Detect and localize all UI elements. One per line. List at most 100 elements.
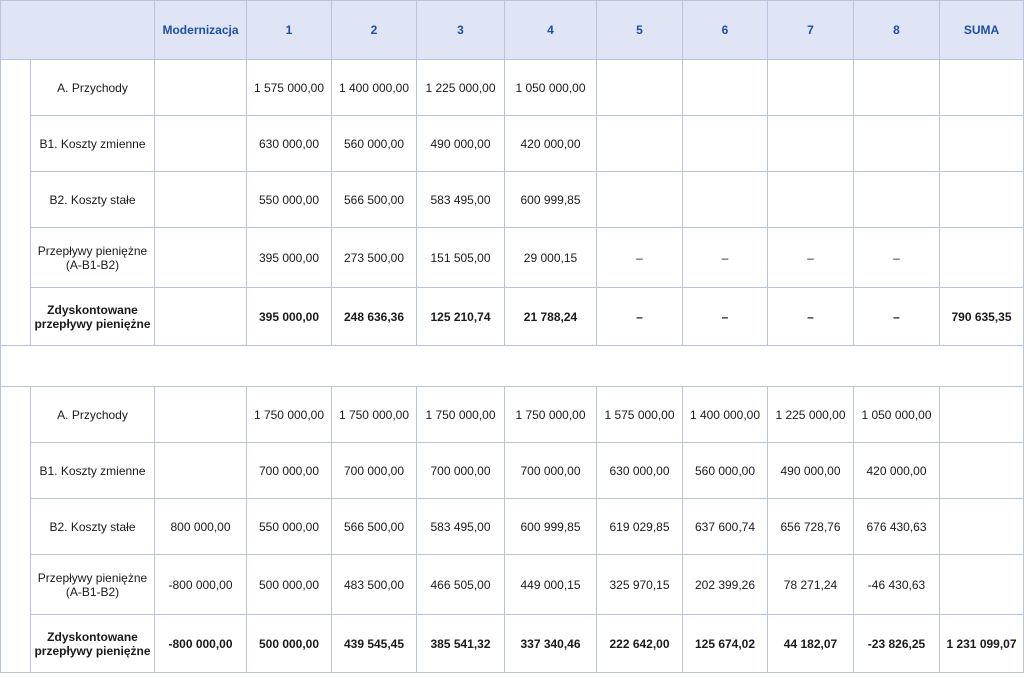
value-cell-year-3: 490 000,00 xyxy=(416,115,505,172)
modernizacja-cell: 800 000,00 xyxy=(154,498,247,555)
table-row: B2. Koszty stałe 550 000,00 566 500,00 583 … xyxy=(1,171,1024,228)
suma-cell xyxy=(939,442,1024,499)
suma-cell xyxy=(939,115,1024,172)
value-cell-year-4: 21 788,24 xyxy=(504,287,597,346)
value-cell-year-6: 125 674,02 xyxy=(682,614,768,673)
suma-cell xyxy=(939,498,1024,555)
table-row: Zdyskontowane przepływy pieniężne -800 00… xyxy=(1,614,1024,673)
value-cell-year-3: 466 505,00 xyxy=(416,554,505,615)
value-cell-year-8: 1 050 000,00 xyxy=(853,386,940,443)
header-year-4: 4 xyxy=(504,0,597,60)
header-year-7: 7 xyxy=(767,0,854,60)
header-suma: SUMA xyxy=(939,0,1024,60)
value-cell-year-2: 439 545,45 xyxy=(331,614,417,673)
header-modernizacja: Modernizacja xyxy=(154,0,247,60)
value-cell-year-5: – xyxy=(596,227,683,288)
value-cell-year-6: – xyxy=(682,227,768,288)
section-spacer-cell xyxy=(0,345,1024,387)
table-row: B1. Koszty zmienne 630 000,00 560 000,00 49… xyxy=(1,115,1024,172)
value-cell-year-7: 1 225 000,00 xyxy=(767,386,854,443)
header-year-3: 3 xyxy=(416,0,505,60)
value-cell-year-4: 600 999,85 xyxy=(504,171,597,228)
suma-cell: 790 635,35 xyxy=(939,287,1024,346)
value-cell-year-3: 151 505,00 xyxy=(416,227,505,288)
row-label: Przepływy pieniężne (A-B1-B2) xyxy=(30,554,155,615)
value-cell-year-1: 1 750 000,00 xyxy=(246,386,332,443)
table-row: Zdyskontowane przepływy pieniężne 395 000… xyxy=(1,287,1024,346)
value-cell-year-2: 566 500,00 xyxy=(331,498,417,555)
value-cell-year-6: 202 399,26 xyxy=(682,554,768,615)
cash-flow-table: Modernizacja 1 2 3 4 5 6 7 8 SUMA Warian… xyxy=(0,0,1024,673)
value-cell-year-5 xyxy=(596,59,683,116)
value-cell-year-1: 550 000,00 xyxy=(246,498,332,555)
header-year-6: 6 xyxy=(682,0,768,60)
value-cell-year-6: – xyxy=(682,287,768,346)
value-cell-year-3: 583 495,00 xyxy=(416,171,505,228)
value-cell-year-8: 676 430,63 xyxy=(853,498,940,555)
value-cell-year-8: 420 000,00 xyxy=(853,442,940,499)
table-row: Wariant bazowyA. Przychody 1 575 000,00 1 … xyxy=(0,59,1024,346)
suma-cell xyxy=(939,227,1024,288)
value-cell-year-1: 700 000,00 xyxy=(246,442,332,499)
value-cell-year-5: 222 642,00 xyxy=(596,614,683,673)
value-cell-year-3: 700 000,00 xyxy=(416,442,505,499)
value-cell-year-6 xyxy=(682,171,768,228)
value-cell-year-7: 656 728,76 xyxy=(767,498,854,555)
value-cell-year-4: 600 999,85 xyxy=(504,498,597,555)
modernizacja-cell xyxy=(154,386,247,443)
value-cell-year-1: 395 000,00 xyxy=(246,227,332,288)
modernizacja-cell xyxy=(154,171,247,228)
table-row: Przepływy pieniężne (A-B1-B2) -800 000,00… xyxy=(1,554,1024,615)
row-label: B2. Koszty stałe xyxy=(30,171,155,228)
value-cell-year-6: 560 000,00 xyxy=(682,442,768,499)
modernizacja-cell xyxy=(154,442,247,499)
table-row: B1. Koszty zmienne 700 000,00 700 000,00 70… xyxy=(1,442,1024,499)
modernizacja-cell xyxy=(154,227,247,288)
value-cell-year-3: 125 210,74 xyxy=(416,287,505,346)
value-cell-year-8: – xyxy=(853,227,940,288)
header-row: Modernizacja 1 2 3 4 5 6 7 8 SUMA xyxy=(0,0,1024,60)
value-cell-year-7: 44 182,07 xyxy=(767,614,854,673)
modernizacja-cell: -800 000,00 xyxy=(154,614,247,673)
section-group-label: Modernizacja xyxy=(0,386,31,673)
value-cell-year-1: 500 000,00 xyxy=(246,614,332,673)
value-cell-year-5: – xyxy=(596,287,683,346)
suma-cell xyxy=(939,386,1024,443)
section-group-label: Wariant bazowy xyxy=(0,59,31,346)
row-label: B1. Koszty zmienne xyxy=(30,115,155,172)
value-cell-year-3: 385 541,32 xyxy=(416,614,505,673)
value-cell-year-1: 630 000,00 xyxy=(246,115,332,172)
suma-cell xyxy=(939,554,1024,615)
header-empty-cell xyxy=(0,0,155,60)
value-cell-year-7 xyxy=(767,171,854,228)
value-cell-year-1: 1 575 000,00 xyxy=(246,59,332,116)
header-year-8: 8 xyxy=(853,0,940,60)
header-year-5: 5 xyxy=(596,0,683,60)
value-cell-year-7: – xyxy=(767,227,854,288)
value-cell-year-8 xyxy=(853,59,940,116)
table-body: Wariant bazowyA. Przychody 1 575 000,00 1 … xyxy=(0,59,1024,673)
value-cell-year-5: 325 970,15 xyxy=(596,554,683,615)
value-cell-year-4: 700 000,00 xyxy=(504,442,597,499)
row-label: Przepływy pieniężne (A-B1-B2) xyxy=(30,227,155,288)
row-label: Zdyskontowane przepływy pieniężne xyxy=(30,287,155,346)
value-cell-year-7: – xyxy=(767,287,854,346)
value-cell-year-8: – xyxy=(853,287,940,346)
row-label: Zdyskontowane przepływy pieniężne xyxy=(30,614,155,673)
value-cell-year-3: 1 225 000,00 xyxy=(416,59,505,116)
value-cell-year-5 xyxy=(596,115,683,172)
value-cell-year-5 xyxy=(596,171,683,228)
value-cell-year-6: 637 600,74 xyxy=(682,498,768,555)
value-cell-year-2: 1 750 000,00 xyxy=(331,386,417,443)
value-cell-year-2: 566 500,00 xyxy=(331,171,417,228)
value-cell-year-7 xyxy=(767,59,854,116)
value-cell-year-5: 619 029,85 xyxy=(596,498,683,555)
value-cell-year-5: 630 000,00 xyxy=(596,442,683,499)
value-cell-year-2: 560 000,00 xyxy=(331,115,417,172)
value-cell-year-8 xyxy=(853,115,940,172)
value-cell-year-8: -23 826,25 xyxy=(853,614,940,673)
value-cell-year-4: 1 050 000,00 xyxy=(504,59,597,116)
table-row: Przepływy pieniężne (A-B1-B2) 395 000,00 2… xyxy=(1,227,1024,288)
modernizacja-cell xyxy=(154,59,247,116)
row-label: A. Przychody xyxy=(30,59,155,116)
